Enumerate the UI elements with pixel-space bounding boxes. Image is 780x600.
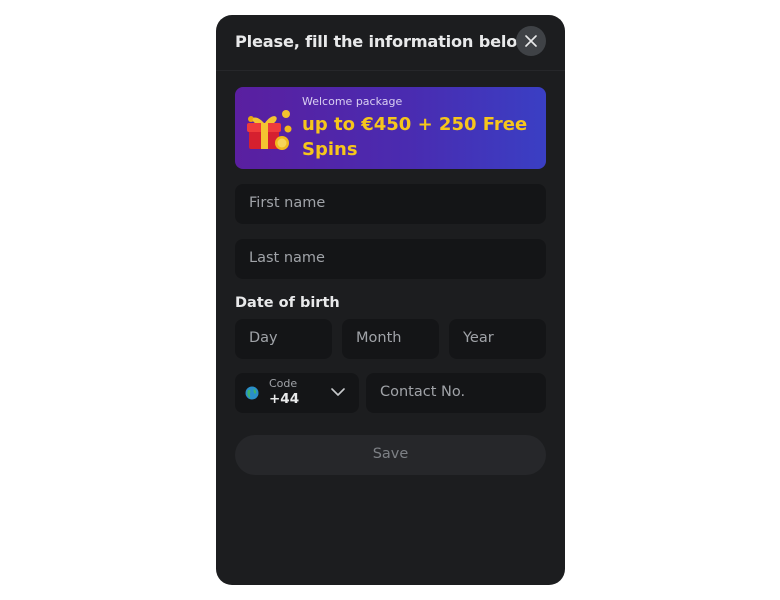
dob-month-placeholder: Month: [356, 330, 402, 346]
dob-year-input[interactable]: Year: [449, 319, 546, 359]
last-name-input[interactable]: Last name: [235, 239, 546, 279]
contact-number-input[interactable]: Contact No.: [366, 373, 546, 413]
country-code-select[interactable]: Code +44: [235, 373, 359, 413]
chevron-down-icon: [331, 388, 345, 396]
code-value: +44: [269, 391, 300, 407]
close-icon: [525, 35, 537, 47]
close-button[interactable]: [516, 26, 546, 56]
contact-number-placeholder: Contact No.: [380, 384, 466, 400]
first-name-input[interactable]: First name: [235, 184, 546, 224]
save-button-label: Save: [372, 446, 409, 462]
modal-title: Please, fill the information below: [235, 32, 532, 51]
code-label: Code: [269, 377, 298, 390]
dob-year-placeholder: Year: [463, 330, 494, 346]
last-name-placeholder: Last name: [249, 250, 325, 266]
first-name-placeholder: First name: [249, 195, 326, 211]
gift-icon: [247, 110, 292, 150]
dob-day-placeholder: Day: [249, 330, 278, 346]
registration-modal: Please, fill the information below Welco…: [216, 15, 565, 585]
welcome-promo-banner: Welcome package up to €450 + 250 Free Sp…: [235, 87, 546, 169]
promo-headline: up to €450 + 250 Free Spins: [302, 114, 528, 160]
promo-subtitle: Welcome package: [302, 95, 403, 108]
modal-header: Please, fill the information below: [216, 15, 565, 71]
save-button[interactable]: Save: [235, 435, 546, 475]
globe-icon: [245, 386, 259, 400]
dob-day-input[interactable]: Day: [235, 319, 332, 359]
date-of-birth-label: Date of birth: [235, 295, 340, 311]
dob-month-input[interactable]: Month: [342, 319, 439, 359]
